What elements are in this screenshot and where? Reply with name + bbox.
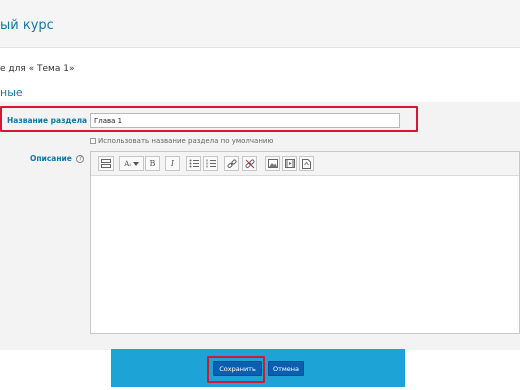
page-subtitle: е для « Тема 1» (0, 64, 75, 74)
show-more-buttons-icon[interactable] (98, 156, 114, 171)
section-name-label: Название раздела (7, 116, 88, 125)
course-title[interactable]: ый курс (0, 18, 54, 33)
link-icon[interactable] (224, 156, 239, 171)
use-default-name-row: Использовать название раздела по умолчан… (90, 137, 273, 145)
italic-label: I (170, 159, 175, 168)
editor-toolbar: Aᵢ B I (91, 152, 519, 176)
bold-icon[interactable]: B (145, 156, 160, 171)
general-section-legend[interactable]: ные (0, 86, 23, 99)
unlink-icon[interactable] (242, 156, 257, 171)
italic-icon[interactable]: I (165, 156, 180, 171)
page-header: ый курс (0, 0, 520, 48)
edit-section-page: ый курс е для « Тема 1» ные Название раз… (0, 0, 520, 390)
font-style-icon[interactable]: Aᵢ (119, 156, 144, 171)
description-label: Описание (30, 154, 72, 163)
manage-files-icon[interactable] (299, 156, 314, 171)
use-default-name-checkbox[interactable] (90, 138, 96, 144)
image-icon[interactable] (265, 156, 280, 171)
cancel-button[interactable]: Отмена (268, 361, 304, 376)
save-button[interactable]: Сохранить (213, 361, 262, 376)
media-icon[interactable] (282, 156, 297, 171)
use-default-name-label: Использовать название раздела по умолчан… (98, 137, 274, 145)
help-icon[interactable]: ? (76, 155, 85, 163)
description-label-wrap: Описание ? (30, 154, 85, 163)
bullet-list-icon[interactable] (186, 156, 201, 171)
bold-label: B (149, 159, 156, 168)
numbered-list-icon[interactable] (203, 156, 218, 171)
description-editor: Aᵢ B I (90, 151, 520, 334)
format-label: Aᵢ (124, 159, 131, 168)
section-name-input[interactable] (90, 113, 400, 128)
description-text-area[interactable] (91, 176, 519, 333)
